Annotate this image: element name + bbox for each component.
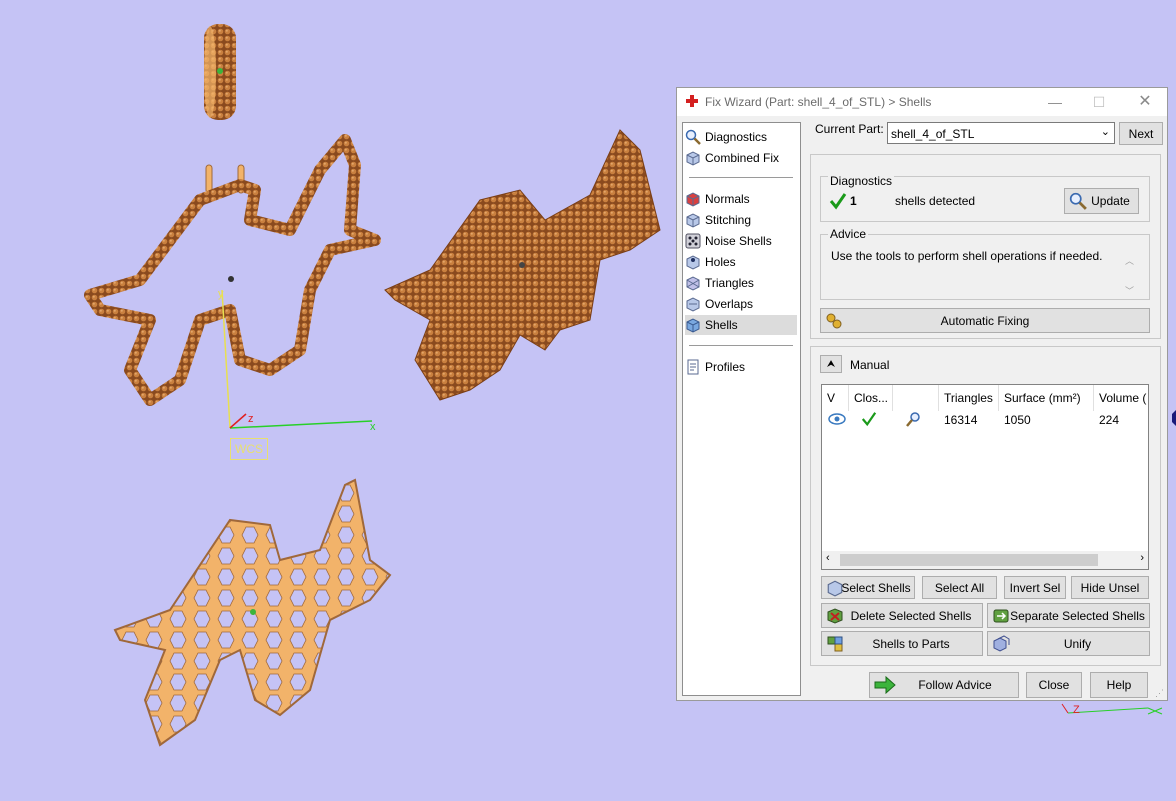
unify-button[interactable]: Unify: [987, 631, 1150, 656]
dialog-title: Fix Wizard (Part: shell_4_of_STL) > Shel…: [705, 95, 932, 109]
separate-icon: [993, 609, 1009, 622]
shell-cube-icon: [686, 318, 700, 333]
column-header-volume[interactable]: Volume (: [1094, 385, 1150, 411]
invert-sel-button[interactable]: Invert Sel: [1004, 576, 1066, 599]
shells-table: V Clos... Triangles Surface (mm²) Volume…: [821, 384, 1149, 570]
chevron-down-icon: ⌄: [1100, 126, 1110, 138]
minimize-button[interactable]: —: [1033, 88, 1077, 116]
cube-icon: [686, 151, 700, 166]
current-part-label: Current Part:: [815, 122, 884, 136]
cell-triangles: 16314: [944, 413, 978, 427]
nav-item-noise-shells[interactable]: Noise Shells: [685, 231, 797, 251]
axis-y-label: y: [218, 288, 224, 300]
current-part-select[interactable]: shell_4_of_STL ⌄: [887, 122, 1115, 144]
overlap-icon: [686, 297, 700, 312]
separate-selected-shells-button[interactable]: Separate Selected Shells: [987, 603, 1150, 628]
next-button[interactable]: Next: [1119, 122, 1163, 145]
cube-red-icon: [686, 192, 700, 207]
table-horizontal-scrollbar[interactable]: ‹ ›: [822, 551, 1148, 569]
delete-cube-icon: [827, 607, 843, 624]
axis-z-label: z: [248, 413, 254, 425]
nav-item-normals[interactable]: Normals: [685, 189, 797, 209]
follow-advice-button[interactable]: Follow Advice: [869, 672, 1019, 698]
resize-grip-icon[interactable]: ⋰: [1155, 688, 1165, 698]
column-header-closed[interactable]: Clos...: [849, 385, 893, 411]
outline-pendant-model: [84, 134, 381, 406]
unify-icon: [993, 634, 1010, 652]
hide-unsel-button[interactable]: Hide Unsel: [1071, 576, 1149, 599]
column-header-visible[interactable]: V: [822, 385, 849, 411]
wcs-label: WCS: [230, 438, 268, 460]
profile-doc-icon: [687, 359, 699, 375]
fix-wizard-dialog: Fix Wizard (Part: shell_4_of_STL) > Shel…: [676, 87, 1168, 701]
triangles-icon: [686, 276, 700, 291]
nav-item-profiles[interactable]: Profiles: [685, 357, 797, 377]
maximize-button[interactable]: ☐: [1077, 88, 1121, 116]
collapse-manual-button[interactable]: ⮝: [820, 355, 842, 373]
shells-to-parts-button[interactable]: Shells to Parts: [821, 631, 983, 656]
nav-item-overlaps[interactable]: Overlaps: [685, 294, 797, 314]
column-header-surface[interactable]: Surface (mm²): [999, 385, 1094, 411]
close-window-button[interactable]: ✕: [1123, 88, 1167, 116]
ring-model: [204, 24, 236, 120]
nav-separator: [689, 345, 793, 346]
check-icon: [829, 193, 847, 210]
magnifier-icon: [1069, 192, 1087, 210]
parts-icon: [827, 636, 843, 651]
nav-item-triangles[interactable]: Triangles: [685, 273, 797, 293]
cube-hole-icon: [686, 255, 700, 270]
close-button[interactable]: Close: [1026, 672, 1082, 698]
update-button[interactable]: Update: [1064, 188, 1139, 214]
select-all-button[interactable]: Select All: [922, 576, 997, 599]
wizard-nav-panel: Diagnostics Combined Fix Normals Stitchi…: [682, 122, 801, 696]
column-header-action[interactable]: [893, 385, 939, 411]
eye-icon[interactable]: [828, 412, 846, 426]
scroll-left-icon[interactable]: ‹: [826, 552, 830, 564]
check-icon: [861, 412, 877, 427]
diag-text: shells detected: [895, 194, 976, 208]
nav-item-diagnostics[interactable]: Diagnostics: [685, 127, 797, 147]
fix-cross-icon: [686, 95, 698, 107]
gears-icon: [826, 313, 842, 328]
dice-icon: [685, 233, 701, 249]
advice-text: Use the tools to perform shell operation…: [831, 249, 1103, 263]
nav-item-combined-fix[interactable]: Combined Fix: [685, 148, 797, 168]
nav-item-holes[interactable]: Holes: [685, 252, 797, 272]
mini-axis-z-label: Z: [1073, 704, 1080, 716]
select-shells-button[interactable]: Select Shells: [821, 576, 915, 599]
diag-count: 1: [850, 194, 857, 208]
column-header-triangles[interactable]: Triangles: [939, 385, 999, 411]
magnifier-icon: [685, 129, 701, 145]
nav-item-stitching[interactable]: Stitching: [685, 210, 797, 230]
axis-x-label: x: [370, 421, 376, 433]
chevron-up-double-icon: ⮝: [826, 358, 836, 370]
arrow-right-icon: [874, 676, 896, 694]
scroll-right-icon[interactable]: ›: [1140, 552, 1144, 564]
cube-icon: [686, 213, 700, 228]
delete-selected-shells-button[interactable]: Delete Selected Shells: [821, 603, 983, 628]
automatic-fixing-button[interactable]: Automatic Fixing: [820, 308, 1150, 333]
nav-separator: [689, 177, 793, 178]
help-button[interactable]: Help: [1090, 672, 1148, 698]
cell-surface: 1050: [1004, 413, 1031, 427]
scroll-thumb[interactable]: [840, 554, 1098, 566]
honeycomb-pendant-model: [113, 478, 392, 747]
magnifier-icon[interactable]: [906, 411, 922, 427]
side-arrow-icon: [1172, 410, 1176, 426]
diagnostics-group-label: Diagnostics: [828, 174, 895, 188]
advice-group-label: Advice: [828, 227, 869, 241]
manual-label: Manual: [850, 358, 890, 372]
nav-item-shells[interactable]: Shells: [685, 315, 797, 335]
shell-cube-icon: [827, 580, 843, 597]
title-bar[interactable]: Fix Wizard (Part: shell_4_of_STL) > Shel…: [677, 88, 1167, 116]
solid-pendant-model: [384, 129, 661, 401]
advice-scrollbar[interactable]: ︿ ﹀: [1125, 246, 1134, 306]
cell-volume: 224: [1099, 413, 1120, 427]
